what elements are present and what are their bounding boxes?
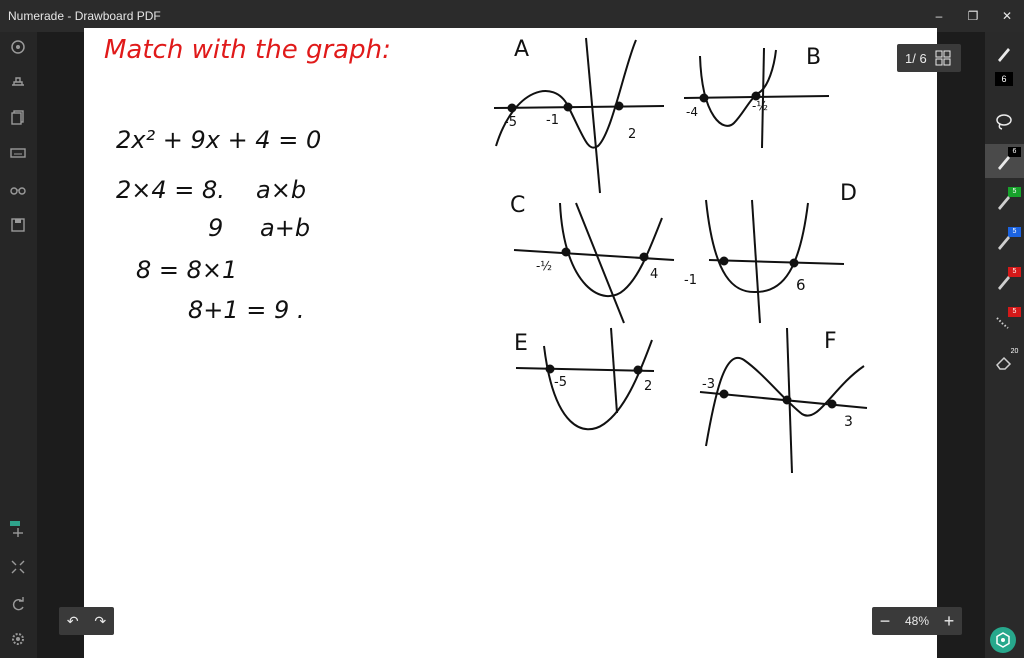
equation-line-3a: 9 <box>208 214 223 242</box>
graph-d-letter: D <box>840 181 857 206</box>
pen-tool[interactable] <box>985 36 1024 70</box>
app-settings-button[interactable] <box>990 627 1016 653</box>
zoom-out-button[interactable]: − <box>872 611 898 632</box>
pen-preset-blue[interactable]: 5 <box>985 224 1024 258</box>
equation-line-2a: 2×4 = 8. <box>116 176 225 204</box>
graph-b-letter: B <box>806 45 821 70</box>
graph-c-label-1: -½ <box>536 259 552 273</box>
graph-b-label-2: -½ <box>752 99 768 113</box>
settings-icon[interactable] <box>9 38 27 56</box>
graph-d-label-2: 6 <box>796 276 806 294</box>
equation-line-1: 2x² + 9x + 4 = 0 <box>116 126 321 154</box>
graph-a-label-2: -1 <box>546 113 559 128</box>
heading-text: Match with the graph: <box>104 35 391 65</box>
keyboard-icon[interactable] <box>9 144 27 162</box>
pen-preset-black[interactable]: 6 <box>985 144 1024 178</box>
pen-icon <box>998 48 1010 62</box>
graph-d <box>705 199 845 324</box>
pen-icon <box>998 156 1010 170</box>
left-toolbar <box>0 32 37 658</box>
graph-a-label-3: 2 <box>628 127 636 142</box>
binoculars-icon[interactable] <box>9 180 27 198</box>
pdf-page[interactable]: Match with the graph: 2x² + 9x + 4 = 0 2… <box>84 28 937 658</box>
graph-e-label-2: 2 <box>644 379 652 394</box>
fit-screen-icon[interactable] <box>9 558 27 576</box>
undo-redo-group: ↶ ↷ <box>59 607 114 635</box>
graph-a-label-1: -5 <box>504 115 517 130</box>
pen-icon <box>998 236 1010 250</box>
graph-d-label-1: -1 <box>684 273 697 288</box>
equation-line-4: 8 = 8×1 <box>136 256 237 284</box>
redo-button[interactable]: ↷ <box>94 613 106 630</box>
pen-size-badge: 6 <box>995 72 1013 86</box>
stamp-icon[interactable] <box>9 72 27 90</box>
laser-pointer-tool[interactable]: 5 <box>985 304 1024 338</box>
graph-a-letter: A <box>514 37 529 62</box>
grid-view-icon[interactable] <box>935 50 951 66</box>
graph-e <box>515 327 655 431</box>
graph-e-letter: E <box>514 331 528 356</box>
graph-f-label-1: -3 <box>702 377 715 392</box>
equation-line-5: 8+1 = 9 . <box>188 296 305 324</box>
lasso-tool[interactable] <box>985 104 1024 138</box>
gear-icon[interactable] <box>9 630 27 648</box>
dotted-pen-icon <box>996 317 1009 329</box>
copy-pages-icon[interactable] <box>9 108 27 126</box>
graph-f-letter: F <box>824 329 837 354</box>
window-title: Numerade - Drawboard PDF <box>8 9 161 23</box>
right-toolbar: 6 6 5 5 5 5 20 <box>985 32 1024 658</box>
graph-e-label-1: -5 <box>554 375 567 390</box>
undo-button[interactable]: ↶ <box>67 613 79 630</box>
zoom-control: − 48% + <box>872 607 962 635</box>
pen-preset-red[interactable]: 5 <box>985 264 1024 298</box>
hexagon-gear-icon <box>996 632 1010 648</box>
save-icon[interactable] <box>9 216 27 234</box>
maximize-button[interactable]: ❐ <box>956 0 990 32</box>
rotate-icon[interactable] <box>9 596 27 614</box>
zoom-level: 48% <box>904 614 930 628</box>
graph-f <box>699 327 868 474</box>
page-drawing: Match with the graph: 2x² + 9x + 4 = 0 2… <box>104 35 868 474</box>
pen-icon <box>998 276 1010 290</box>
equation-line-2b: a×b <box>256 176 306 204</box>
lasso-icon <box>996 114 1012 130</box>
zoom-in-button[interactable]: + <box>936 611 962 632</box>
graph-c-letter: C <box>510 193 525 218</box>
pen-icon <box>998 196 1010 210</box>
eraser-icon <box>996 356 1012 370</box>
eraser-tool[interactable]: 20 <box>985 344 1024 378</box>
ruler-icon[interactable] <box>9 520 27 538</box>
close-button[interactable]: ✕ <box>990 0 1024 32</box>
graph-f-label-2: 3 <box>844 414 853 430</box>
graph-c-label-2: 4 <box>650 267 658 282</box>
graph-b-label-1: -4 <box>686 105 698 119</box>
pen-preset-green[interactable]: 5 <box>985 184 1024 218</box>
page-counter-label: 1/ 6 <box>905 50 927 66</box>
equation-line-3b: a+b <box>260 214 310 242</box>
page-counter[interactable]: 1/ 6 <box>897 44 961 72</box>
